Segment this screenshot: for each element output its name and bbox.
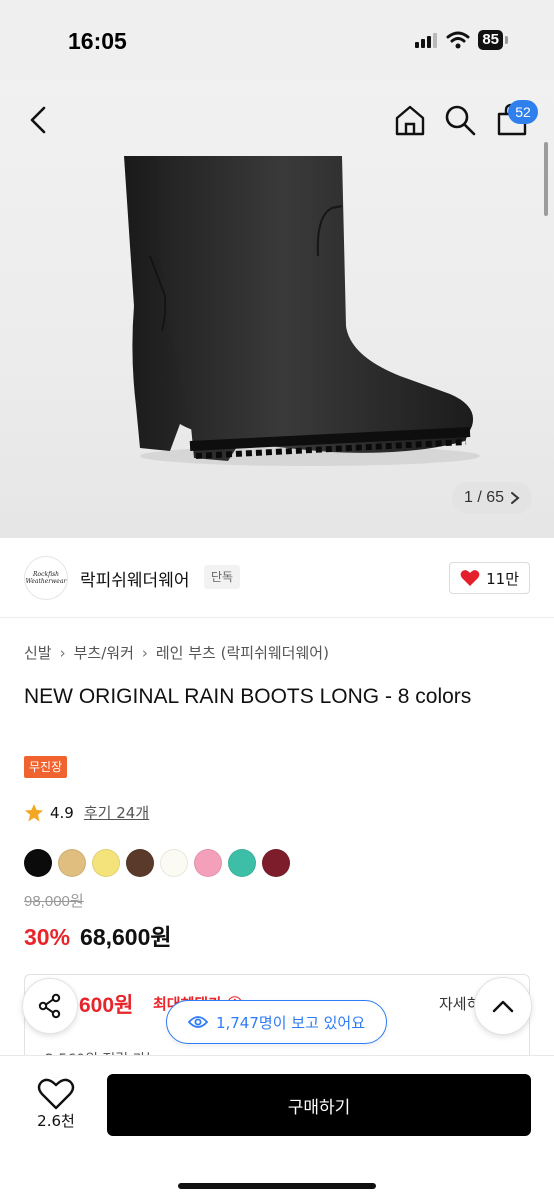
chevron-up-icon: [492, 1000, 514, 1013]
image-counter-text: 1 / 65: [463, 489, 504, 506]
back-icon[interactable]: [22, 102, 58, 138]
color-swatch[interactable]: [160, 849, 188, 877]
price-row: 30% 68,600원: [24, 918, 172, 952]
share-icon: [38, 993, 61, 1019]
review-count-link[interactable]: 후기 24개: [84, 802, 149, 823]
viewer-count-pill: 1,747명이 보고 있어요: [166, 1000, 387, 1044]
brand-logo[interactable]: Rockfish Weatherwear: [24, 556, 68, 600]
breadcrumb-item-rain-boots[interactable]: 레인 부츠 (락피쉬웨더웨어): [156, 642, 329, 663]
image-counter[interactable]: 1 / 65: [451, 482, 532, 514]
color-swatch[interactable]: [194, 849, 222, 877]
color-swatch[interactable]: [262, 849, 290, 877]
wishlist-count: 2.6천: [37, 1112, 75, 1130]
status-icons: 85: [414, 30, 508, 50]
status-bar: 16:05 85: [0, 0, 554, 80]
buy-button[interactable]: 구매하기: [107, 1074, 531, 1136]
scroll-indicator: [544, 142, 548, 216]
brand-name[interactable]: 락피쉬웨더웨어: [80, 566, 189, 591]
product-image-gallery[interactable]: 52 1 / 65: [0, 80, 554, 538]
brand-like-button[interactable]: 11만: [449, 562, 530, 594]
bottom-action-bar: 2.6천 구매하기: [0, 1055, 554, 1200]
color-swatch[interactable]: [228, 849, 256, 877]
product-image-rain-boots: [124, 156, 480, 466]
battery-level: 85: [478, 30, 503, 50]
battery-cap: [505, 36, 508, 44]
rating-row: 4.9 후기 24개: [24, 802, 149, 823]
scroll-top-button[interactable]: [474, 977, 532, 1035]
chevron-right-icon: ›: [141, 643, 148, 662]
benefit-amount: 600원: [79, 994, 134, 1017]
color-swatches: [24, 849, 290, 877]
cart-count-badge: 52: [508, 100, 538, 124]
chevron-right-icon: ›: [59, 643, 66, 662]
brand-row: Rockfish Weatherwear 락피쉬웨더웨어 단독 11만: [0, 538, 554, 618]
rating-value: 4.9: [50, 803, 74, 822]
discount-rate: 30%: [24, 924, 71, 950]
star-icon: [25, 803, 43, 821]
viewer-count-text: 1,747명이 보고 있어요: [215, 1013, 366, 1032]
color-swatch[interactable]: [24, 849, 52, 877]
brand-like-count: 11만: [486, 569, 519, 588]
search-icon[interactable]: [442, 102, 478, 138]
status-time: 16:05: [68, 28, 127, 54]
home-indicator: [178, 1183, 376, 1189]
sale-price: 68,600원: [80, 924, 172, 950]
wishlist-heart-icon[interactable]: [36, 1076, 76, 1112]
heart-filled-icon: [460, 570, 480, 586]
product-title: NEW ORIGINAL RAIN BOOTS LONG - 8 colors: [24, 685, 472, 708]
eye-icon: [187, 1016, 208, 1028]
shipping-badge: 무진장: [24, 756, 68, 778]
color-swatch[interactable]: [92, 849, 120, 877]
signal-icon: [415, 33, 438, 48]
home-icon[interactable]: [392, 102, 428, 138]
wifi-icon: [446, 31, 470, 49]
share-button[interactable]: [22, 978, 78, 1034]
chevron-right-icon: [511, 492, 520, 504]
exclusive-tag: 단독: [204, 565, 241, 589]
breadcrumb-item-boots[interactable]: 부츠/워커: [74, 642, 134, 663]
breadcrumb-item-shoes[interactable]: 신발: [24, 642, 52, 663]
color-swatch[interactable]: [126, 849, 154, 877]
breadcrumb: 신발 › 부츠/워커 › 레인 부츠 (락피쉬웨더웨어): [24, 642, 329, 663]
color-swatch[interactable]: [58, 849, 86, 877]
original-price: 98,000원: [24, 893, 84, 910]
